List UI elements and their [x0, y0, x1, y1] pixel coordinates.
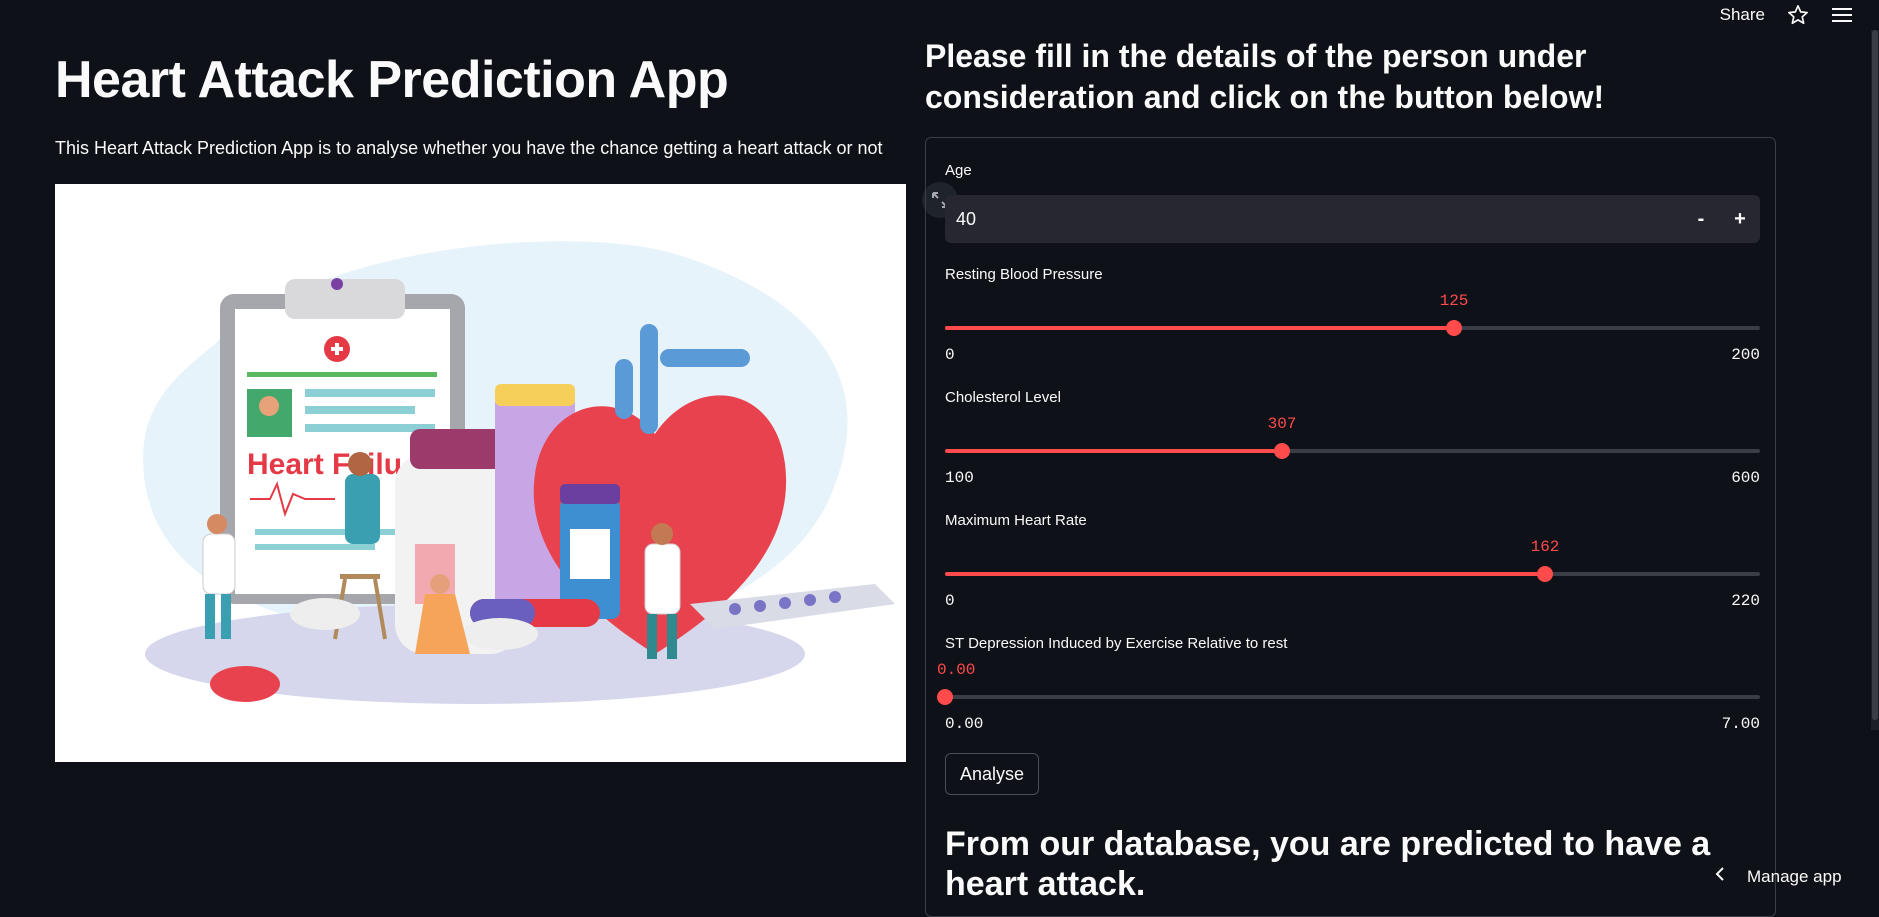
slider-max-value: 7.00 — [1721, 715, 1760, 733]
slider-min-value: 0 — [945, 592, 955, 610]
blood-pressure-label: Resting Blood Pressure — [945, 266, 1103, 283]
slider-current-value: 307 — [1267, 415, 1297, 433]
age-decrement-button[interactable]: - — [1685, 203, 1717, 235]
prediction-form: Age 40 - + Resting Blood Pressure 125 0 … — [925, 137, 1776, 917]
slider-min-value: 0 — [945, 346, 955, 364]
manage-app-button[interactable]: Manage app — [1715, 866, 1842, 887]
slider-fill — [945, 326, 1454, 330]
hero-image: Heart Failu — [55, 184, 906, 762]
slider-min-value: 0.00 — [945, 715, 984, 733]
slider-thumb[interactable] — [937, 689, 953, 705]
slider-thumb[interactable] — [1274, 443, 1290, 459]
illustration-heart-failure-text: Heart Failu — [247, 448, 402, 481]
scrollbar-thumb[interactable] — [1872, 30, 1878, 720]
analyse-button[interactable]: Analyse — [945, 753, 1040, 795]
page-title: Heart Attack Prediction App — [55, 51, 729, 109]
slider-thumb[interactable] — [1537, 566, 1553, 582]
slider-max-value: 200 — [1731, 346, 1760, 364]
st-depression-slider[interactable]: 0.00 0.00 7.00 — [937, 661, 1760, 733]
slider-current-value: 162 — [1530, 538, 1560, 556]
cholesterol-label: Cholesterol Level — [945, 389, 1061, 406]
age-number-input[interactable]: 40 - + — [945, 195, 1760, 243]
top-toolbar: Share — [1720, 0, 1879, 30]
st-depression-label: ST Depression Induced by Exercise Relati… — [945, 635, 1288, 652]
slider-min-value: 100 — [945, 469, 974, 487]
slider-current-value: 0.00 — [937, 661, 976, 679]
slider-current-value: 125 — [1439, 292, 1469, 310]
age-increment-button[interactable]: + — [1724, 203, 1756, 235]
slider-track[interactable] — [945, 695, 1760, 699]
slider-fill — [945, 572, 1545, 576]
app-description: This Heart Attack Prediction App is to a… — [55, 138, 883, 158]
max-heart-rate-slider[interactable]: 162 0 220 — [945, 538, 1760, 610]
slider-max-value: 600 — [1731, 469, 1760, 487]
heart-failure-illustration: Heart Failu — [143, 241, 895, 704]
age-label: Age — [945, 162, 972, 179]
age-value[interactable]: 40 — [956, 209, 976, 230]
max-heart-rate-label: Maximum Heart Rate — [945, 512, 1087, 529]
blood-pressure-slider[interactable]: 125 0 200 — [945, 292, 1760, 364]
slider-thumb[interactable] — [1446, 320, 1462, 336]
hamburger-menu-icon[interactable] — [1831, 4, 1853, 26]
slider-fill — [945, 449, 1282, 453]
chevron-left-icon — [1715, 866, 1725, 887]
prediction-result: From our database, you are predicted to … — [945, 825, 1711, 903]
star-icon[interactable] — [1787, 4, 1809, 26]
share-button[interactable]: Share — [1720, 5, 1765, 25]
manage-app-label: Manage app — [1747, 866, 1842, 886]
slider-max-value: 220 — [1731, 592, 1760, 610]
cholesterol-slider[interactable]: 307 100 600 — [945, 415, 1760, 487]
form-heading: Please fill in the details of the person… — [925, 38, 1605, 115]
